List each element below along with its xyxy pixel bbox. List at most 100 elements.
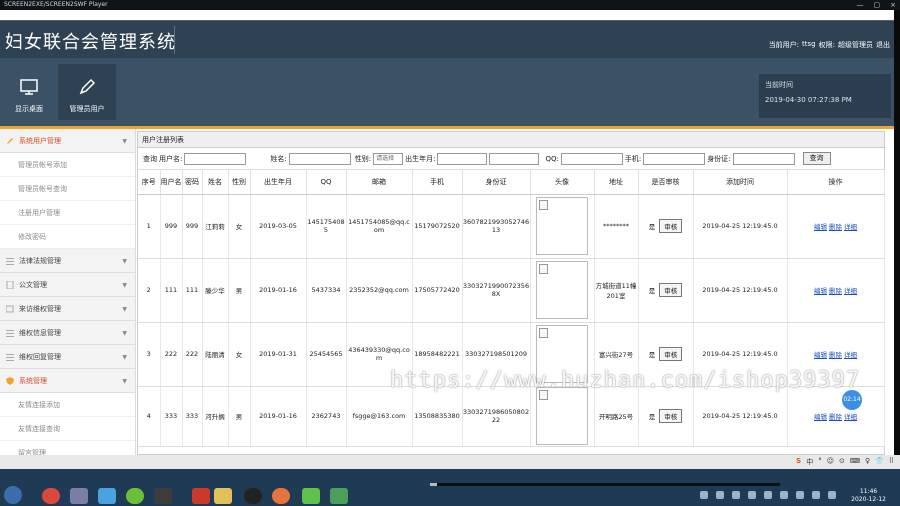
wechat-icon[interactable] (302, 488, 320, 504)
tray-icon[interactable] (780, 491, 788, 499)
admin-user-button[interactable]: 管理员用户 (58, 64, 116, 120)
avatar-image (536, 261, 588, 319)
username-filter-input[interactable] (184, 152, 247, 165)
ime-lang-icon[interactable]: 中 (806, 457, 813, 467)
tray-icon[interactable] (716, 491, 724, 499)
ime-punct-icon[interactable]: ° (818, 457, 822, 467)
birth-to-input[interactable] (489, 152, 540, 165)
sidebar-item-registered-users[interactable]: 注册用户管理 (0, 201, 135, 225)
sidebar-group-system[interactable]: 系统管理 ▼ (0, 369, 135, 393)
sidebar-item-admin-query[interactable]: 管理员帐号查询 (0, 177, 135, 201)
user-bar: 当前用户: ttsg 权限: 超级管理员 退出 (769, 40, 890, 50)
search-button[interactable]: 查询 (802, 152, 831, 165)
audit-button[interactable]: 审核 (659, 409, 683, 423)
clock[interactable]: 11:46 2020-12-12 (851, 488, 886, 504)
maximize-icon[interactable]: ▢ (874, 0, 881, 10)
qq-filter-label: QQ: (545, 154, 559, 163)
audit-button[interactable]: 审核 (659, 283, 683, 297)
detail-link[interactable]: 详细 (844, 287, 857, 295)
sidebar-group-visits[interactable]: 来访维权管理 ▼ (0, 297, 135, 321)
app-icon[interactable] (272, 488, 290, 504)
cell-approved: 是审核 (638, 258, 694, 323)
col-password: 密码 (182, 170, 203, 195)
sidebar-group-rights-reply[interactable]: 维权回复管理 ▼ (0, 345, 135, 369)
delete-link[interactable]: 删除 (829, 413, 842, 421)
user-name: ttsg (802, 40, 816, 48)
cell-username: 333 (160, 386, 183, 447)
close-icon[interactable]: × (890, 0, 896, 10)
detail-link[interactable]: 详细 (844, 223, 857, 231)
app-title: 妇女联合会管理系统 (5, 32, 176, 53)
edit-link[interactable]: 编辑 (814, 287, 827, 295)
cell-name: 河升搁 (202, 386, 229, 447)
tray-icon[interactable] (748, 491, 756, 499)
minimize-icon[interactable]: — (857, 0, 864, 10)
name-filter-input[interactable] (288, 152, 351, 165)
title-divider (174, 26, 175, 54)
folder-icon[interactable] (214, 488, 232, 504)
gender-select[interactable]: 请选择 (373, 152, 404, 165)
chrome-icon[interactable] (42, 488, 60, 504)
idcard-filter-input[interactable] (732, 152, 795, 165)
tray-icon[interactable] (700, 491, 708, 499)
sidebar-group-documents[interactable]: 公文管理 ▼ (0, 273, 135, 297)
playback-progress[interactable] (430, 483, 780, 486)
app-icon[interactable] (126, 488, 144, 504)
phone-filter-input[interactable] (643, 152, 706, 165)
delete-link[interactable]: 删除 (829, 287, 842, 295)
sidebar-group-rights-info[interactable]: 维权信息管理 ▼ (0, 321, 135, 345)
detail-link[interactable]: 详细 (844, 351, 857, 359)
audit-button[interactable]: 审核 (659, 219, 683, 233)
app-icon[interactable] (98, 488, 116, 504)
cell-birth: 2019-01-16 (250, 386, 307, 447)
birth-from-input[interactable] (437, 152, 488, 165)
tray-icon[interactable] (828, 491, 836, 499)
main-panel: 用户注册列表 查询 用户名: 姓名: 性别: 请选择 出生年月: QQ: 手机:… (137, 131, 885, 455)
tray-icon[interactable] (796, 491, 804, 499)
detail-link[interactable]: 详细 (844, 413, 857, 421)
app-icon[interactable] (330, 488, 348, 504)
phone-filter-label: 手机: (624, 154, 642, 163)
edit-link[interactable]: 编辑 (814, 351, 827, 359)
flash-icon[interactable] (192, 488, 210, 504)
sogou-icon[interactable]: S (796, 457, 801, 467)
qq-icon[interactable] (244, 488, 262, 504)
current-time-label: 当前时间 (765, 81, 793, 89)
tray-icon[interactable] (732, 491, 740, 499)
tray-icon[interactable] (812, 491, 820, 499)
logout-link[interactable]: 退出 (876, 40, 890, 50)
show-desktop-button[interactable]: 显示桌面 (0, 64, 58, 120)
edit-link[interactable]: 编辑 (814, 223, 827, 231)
cell-gender: 男 (228, 386, 251, 447)
sidebar-group-system-users[interactable]: 系统用户管理 ▼ (0, 129, 135, 153)
cell-gender: 女 (228, 194, 251, 259)
chevron-down-icon: ▼ (122, 378, 127, 385)
qq-filter-input[interactable] (560, 152, 623, 165)
sidebar-item-link-query[interactable]: 友情连接查询 (0, 417, 135, 441)
delete-link[interactable]: 删除 (829, 223, 842, 231)
cell-name: 滕少华 (202, 258, 229, 323)
tray-icon[interactable] (764, 491, 772, 499)
edit-link[interactable]: 编辑 (814, 413, 827, 421)
sidebar-item-link-add[interactable]: 友情连接添加 (0, 393, 135, 417)
ime-user-icon[interactable]: ♀ (865, 457, 870, 467)
ime-emoji-icon[interactable]: ☺ (827, 457, 834, 467)
app-icon[interactable] (154, 488, 172, 504)
ime-tools-icon[interactable]: ⠿ (889, 457, 894, 467)
audit-button[interactable]: 审核 (659, 347, 683, 361)
cell-address: 开明路25号 (594, 386, 639, 447)
sidebar-item-admin-add[interactable]: 管理员帐号添加 (0, 153, 135, 177)
shield-icon (6, 376, 14, 385)
cell-idcard: 330327198605080222 (462, 386, 531, 447)
search-label: 查询 (143, 154, 157, 163)
ime-keyboard-icon[interactable]: ⌨ (850, 457, 860, 467)
delete-link[interactable]: 删除 (829, 351, 842, 359)
sidebar-group-laws[interactable]: 法律法规管理 ▼ (0, 249, 135, 273)
ime-skin-icon[interactable]: 👕 (875, 457, 884, 467)
col-gender: 性别 (228, 170, 251, 195)
sidebar-item-change-password[interactable]: 修改密码 (0, 225, 135, 249)
start-button[interactable] (4, 486, 22, 504)
chevron-down-icon: ▼ (122, 330, 127, 337)
app-icon[interactable] (70, 488, 88, 504)
ime-voice-icon[interactable]: ⊙ (839, 457, 845, 467)
